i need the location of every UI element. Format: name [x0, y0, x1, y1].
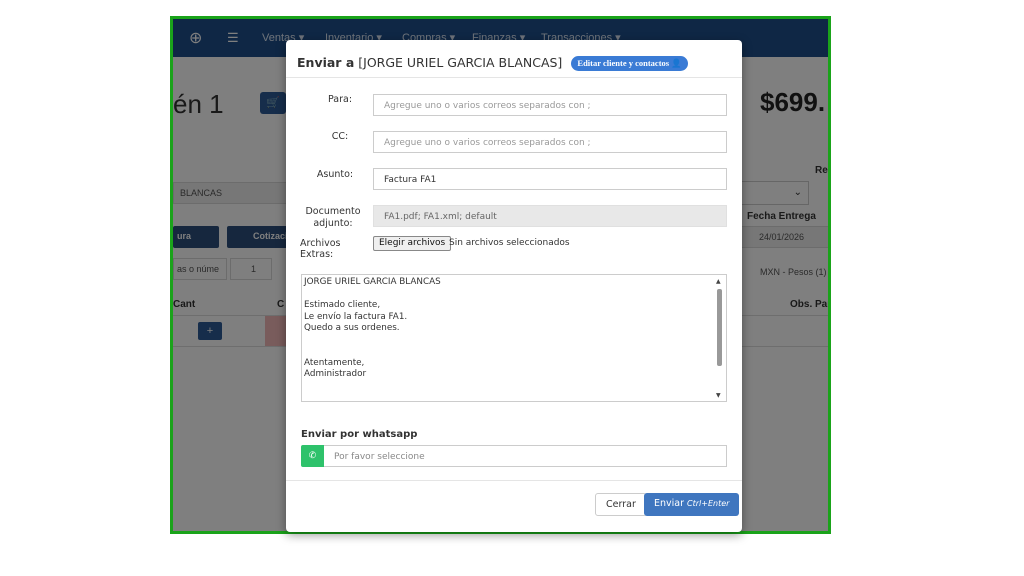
asunto-label: Asunto: — [316, 169, 354, 180]
modal-footer: Cerrar Enviar Ctrl+Enter — [286, 480, 742, 532]
title-prefix: Enviar a — [297, 55, 355, 70]
cc-label: CC: — [331, 131, 349, 142]
documento-field: FA1.pdf; FA1.xml; default — [373, 205, 727, 227]
documento-label: Documento adjunto: — [304, 206, 362, 230]
asunto-input[interactable]: Factura FA1 — [373, 168, 727, 190]
send-shortcut: Ctrl+Enter — [687, 499, 730, 508]
scrollbar-thumb[interactable] — [717, 289, 722, 366]
send-email-modal: Enviar a [JORGE URIEL GARCIA BLANCAS] Ed… — [286, 40, 742, 532]
scroll-up-icon[interactable]: ▲ — [716, 278, 721, 285]
whatsapp-label: Enviar por whatsapp — [301, 429, 418, 440]
documento-label-line1: Documento — [305, 206, 361, 217]
para-input[interactable]: Agregue uno o varios correos separados c… — [373, 94, 727, 116]
send-button[interactable]: Enviar Ctrl+Enter — [644, 493, 740, 516]
close-button[interactable]: Cerrar — [595, 493, 647, 516]
whatsapp-select[interactable]: Por favor seleccione — [324, 445, 727, 467]
whatsapp-icon: ✆ — [301, 445, 324, 467]
message-body-textarea[interactable]: JORGE URIEL GARCIA BLANCAS Estimado clie… — [301, 274, 727, 402]
send-label: Enviar — [654, 498, 685, 509]
cc-input[interactable]: Agregue uno o varios correos separados c… — [373, 131, 727, 153]
documento-label-line2: adjunto: — [313, 218, 353, 229]
edit-client-label: Editar cliente y contactos — [577, 58, 670, 68]
client-name: [JORGE URIEL GARCIA BLANCAS] — [358, 55, 563, 70]
modal-header: Enviar a [JORGE URIEL GARCIA BLANCAS] Ed… — [286, 40, 742, 78]
user-icon: 👤 — [671, 58, 682, 68]
para-label: Para: — [327, 94, 353, 105]
edit-client-button[interactable]: Editar cliente y contactos 👤 — [571, 56, 688, 71]
no-files-text: Sin archivos seleccionados — [449, 238, 570, 248]
modal-title: Enviar a [JORGE URIEL GARCIA BLANCAS] — [297, 55, 562, 70]
scroll-down-icon[interactable]: ▼ — [716, 392, 721, 399]
archivos-extras-label: Archivos Extras: — [300, 238, 341, 260]
choose-files-button[interactable]: Elegir archivos — [373, 236, 452, 251]
